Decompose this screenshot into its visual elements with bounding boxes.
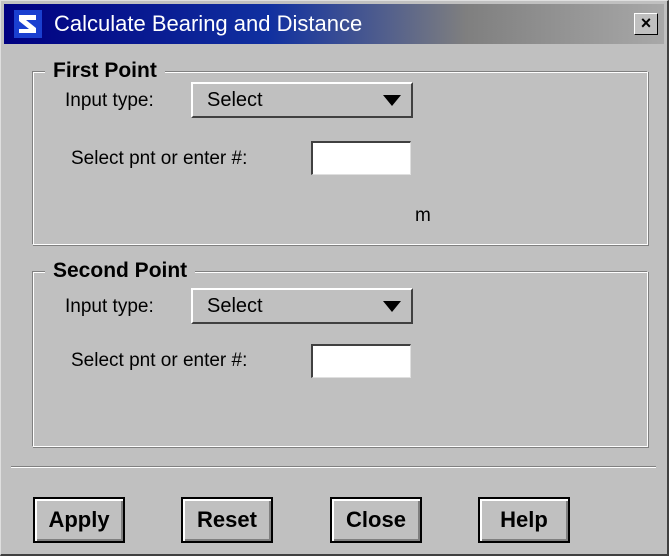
second-point-legend: Second Point — [45, 258, 196, 284]
second-input-type-dropdown[interactable]: Select — [191, 288, 413, 324]
second-input-type-label: Input type: — [65, 296, 154, 317]
chevron-down-icon — [383, 301, 401, 312]
app-logo-icon — [14, 10, 42, 38]
first-input-type-value: Select — [207, 89, 263, 111]
first-input-type-dropdown[interactable]: Select — [191, 82, 413, 118]
first-input-type-label: Input type: — [65, 90, 154, 111]
second-point-input[interactable] — [311, 344, 411, 378]
title-bar[interactable]: Calculate Bearing and Distance × — [4, 4, 664, 44]
close-icon[interactable]: × — [634, 13, 658, 35]
second-select-point-label: Select pnt or enter #: — [71, 350, 248, 371]
first-point-legend: First Point — [45, 58, 165, 84]
first-select-point-label: Select pnt or enter #: — [71, 148, 248, 169]
window-title: Calculate Bearing and Distance — [54, 11, 363, 36]
apply-button[interactable]: Apply — [33, 497, 125, 543]
dialog-window: Calculate Bearing and Distance × First P… — [0, 0, 669, 556]
first-point-input[interactable] — [311, 141, 411, 175]
button-separator — [11, 466, 656, 468]
reset-button[interactable]: Reset — [181, 497, 273, 543]
help-button[interactable]: Help — [478, 497, 570, 543]
second-input-type-value: Select — [207, 295, 263, 317]
chevron-down-icon — [383, 95, 401, 106]
close-button[interactable]: Close — [330, 497, 422, 543]
distance-unit-label: m — [415, 205, 431, 226]
